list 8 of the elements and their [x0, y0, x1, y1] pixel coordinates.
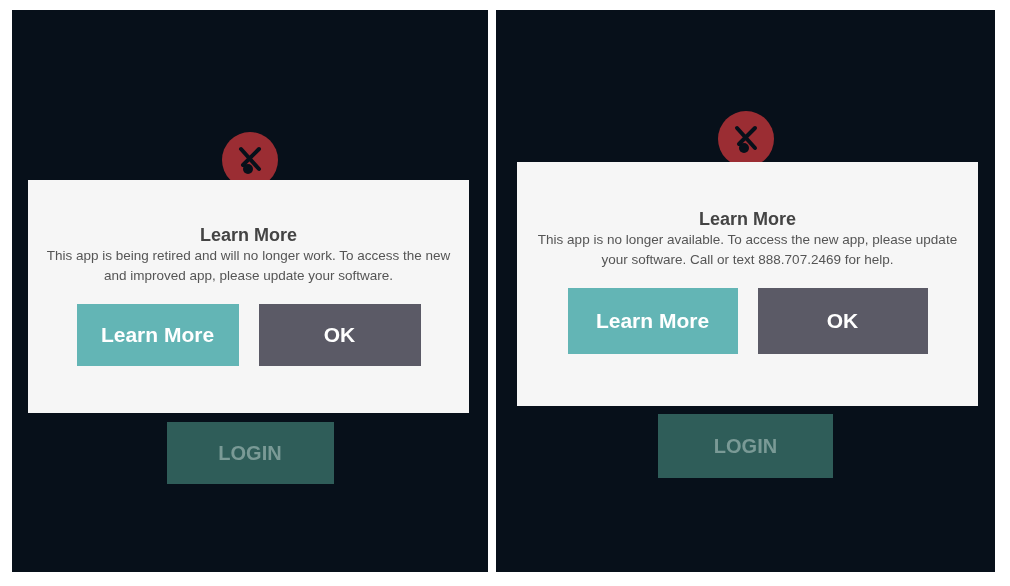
dialog-message: This app is being retired and will no longer work. To access the new and improved app, please update your software. — [45, 247, 452, 285]
dialog-title: Learn More — [699, 208, 796, 230]
ok-button[interactable]: OK — [757, 288, 928, 354]
learn-more-button[interactable]: Learn More — [567, 288, 738, 354]
learn-more-button[interactable]: Learn More — [76, 304, 239, 366]
dialog-message: This app is no longer available. To access the new app, please update your software. Call or text 888.707.2469 for help. — [536, 231, 959, 269]
dialog-title: Learn More — [200, 224, 297, 246]
ok-button[interactable]: OK — [258, 304, 421, 366]
